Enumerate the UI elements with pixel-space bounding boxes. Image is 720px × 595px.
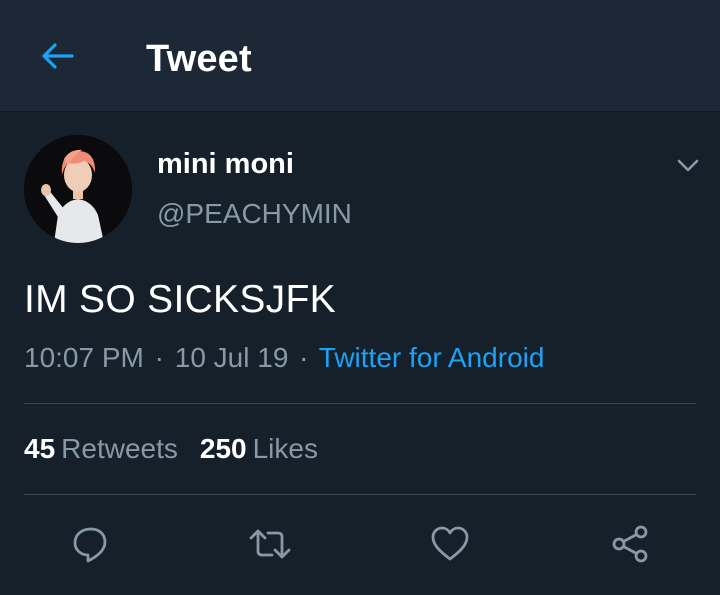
likes-stat[interactable]: 250 Likes bbox=[200, 433, 318, 464]
share-icon bbox=[612, 525, 648, 563]
tweet-time: 10:07 PM bbox=[24, 342, 144, 373]
retweets-stat[interactable]: 45 Retweets bbox=[24, 433, 178, 464]
tweet-date: 10 Jul 19 bbox=[174, 342, 289, 373]
tweet-text: IM SO SICKSJFK bbox=[24, 278, 336, 321]
like-button[interactable] bbox=[426, 520, 474, 568]
retweets-count: 45 bbox=[24, 433, 56, 464]
page-title: Tweet bbox=[146, 38, 252, 80]
divider bbox=[24, 403, 696, 404]
avatar[interactable] bbox=[24, 135, 132, 243]
reply-icon bbox=[73, 527, 107, 563]
profile-photo bbox=[24, 135, 132, 243]
retweet-icon bbox=[249, 529, 291, 559]
arrow-left-icon bbox=[42, 43, 74, 69]
back-button[interactable] bbox=[30, 32, 84, 80]
top-app-bar: Tweet bbox=[0, 0, 720, 112]
divider bbox=[24, 494, 696, 495]
retweets-label: Retweets bbox=[61, 433, 178, 464]
user-handle[interactable]: @PEACHYMIN bbox=[157, 198, 352, 230]
likes-count: 250 bbox=[199, 433, 247, 464]
tweet-meta: 10:07 PM · 10 Jul 19 · Twitter for Andro… bbox=[24, 342, 544, 374]
likes-label: Likes bbox=[252, 433, 318, 464]
reply-button[interactable] bbox=[66, 520, 114, 568]
chevron-down-icon bbox=[677, 159, 699, 172]
retweet-button[interactable] bbox=[246, 520, 294, 568]
tweet-stats: 45 Retweets 250 Likes bbox=[24, 433, 318, 465]
meta-separator: · bbox=[154, 342, 164, 373]
heart-icon bbox=[431, 526, 469, 561]
share-button[interactable] bbox=[606, 520, 654, 568]
display-name[interactable]: mini moni bbox=[157, 148, 294, 181]
meta-separator: · bbox=[299, 342, 309, 373]
tweet-source-link[interactable]: Twitter for Android bbox=[319, 342, 545, 373]
tweet-options-button[interactable] bbox=[670, 148, 706, 184]
